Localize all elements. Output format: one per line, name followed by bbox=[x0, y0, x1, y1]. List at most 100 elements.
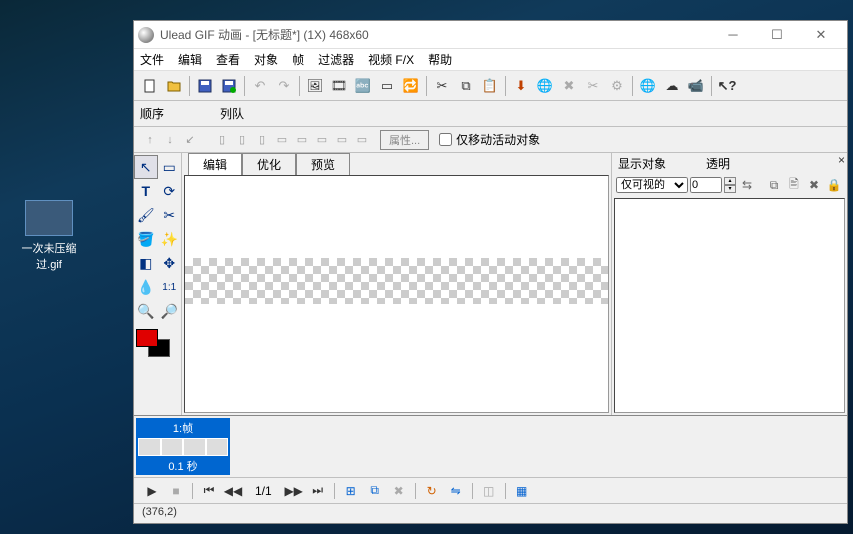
reverse-button[interactable]: ⇋ bbox=[446, 482, 466, 500]
align-top-icon[interactable]: ▭ bbox=[273, 131, 291, 149]
rotate-tool[interactable]: ⟳ bbox=[158, 179, 182, 203]
align-bottom-icon[interactable]: ▭ bbox=[313, 131, 331, 149]
menu-object[interactable]: 对象 bbox=[254, 51, 278, 68]
align-left-icon[interactable]: ▯ bbox=[213, 131, 231, 149]
crop-tool[interactable]: ✂ bbox=[158, 203, 182, 227]
arrow-back-icon[interactable]: ↙ bbox=[181, 131, 199, 149]
menu-file[interactable]: 文件 bbox=[140, 51, 164, 68]
move-only-checkbox[interactable]: 仅移动活动对象 bbox=[439, 131, 540, 148]
move-only-input[interactable] bbox=[439, 133, 452, 146]
arrow-down-icon[interactable]: ↓ bbox=[161, 131, 179, 149]
paste-button[interactable]: 📋 bbox=[479, 75, 501, 97]
lock-icon[interactable]: 🔒 bbox=[825, 176, 843, 194]
zoom-out-tool[interactable]: 🔎 bbox=[158, 299, 182, 323]
spin-down-icon[interactable]: ▾ bbox=[724, 185, 736, 193]
delete-button[interactable]: ✖ bbox=[558, 75, 580, 97]
foreground-color[interactable] bbox=[136, 329, 158, 347]
add-video-button[interactable]: 🎞 bbox=[328, 75, 350, 97]
web-button[interactable]: 🌐 bbox=[637, 75, 659, 97]
brush-tool[interactable]: 🖌 bbox=[134, 203, 158, 227]
eraser-tool[interactable]: ◧ bbox=[134, 251, 158, 275]
cloud-button[interactable]: ☁ bbox=[661, 75, 683, 97]
add-frame-button[interactable]: ⊞ bbox=[341, 482, 361, 500]
play-button[interactable]: ▶ bbox=[142, 482, 162, 500]
del-frame-button[interactable]: ✖ bbox=[389, 482, 409, 500]
crop-button[interactable]: ✂ bbox=[582, 75, 604, 97]
desktop-file-icon[interactable]: 一次未压缩过.gif bbox=[14, 200, 84, 272]
loop-button[interactable]: ↻ bbox=[422, 482, 442, 500]
object-list[interactable] bbox=[614, 198, 845, 413]
actual-size-tool[interactable]: 1:1 bbox=[158, 275, 182, 299]
panel-close-icon[interactable]: × bbox=[838, 153, 845, 167]
help-context-button[interactable]: ↖? bbox=[716, 75, 738, 97]
menu-edit[interactable]: 编辑 bbox=[178, 51, 202, 68]
minimize-button[interactable]: ─ bbox=[711, 23, 755, 47]
file-thumbnail bbox=[25, 200, 73, 236]
tab-optimize[interactable]: 优化 bbox=[242, 153, 296, 175]
slider-icon[interactable]: ⇆ bbox=[738, 176, 756, 194]
toolbox: ↖▭ T⟳ 🖌✂ 🪣✨ ◧✥ 💧1:1 🔍🔎 bbox=[134, 153, 182, 415]
spin-up-icon[interactable]: ▴ bbox=[724, 177, 736, 185]
dup-frame-button[interactable]: ⧉ bbox=[365, 482, 385, 500]
tween-button[interactable]: 🔁 bbox=[400, 75, 422, 97]
camera-button[interactable]: 📹 bbox=[685, 75, 707, 97]
arrow-up-icon[interactable]: ↑ bbox=[141, 131, 159, 149]
stop-button[interactable]: ■ bbox=[166, 482, 186, 500]
visibility-select[interactable]: 仅可视的 bbox=[616, 177, 688, 193]
tab-edit[interactable]: 编辑 bbox=[188, 153, 242, 175]
save-button[interactable] bbox=[194, 75, 216, 97]
menu-video-fx[interactable]: 视频 F/X bbox=[368, 51, 414, 68]
align-center-icon[interactable]: ▯ bbox=[233, 131, 251, 149]
transparency-input[interactable] bbox=[690, 177, 722, 193]
dist-v-icon[interactable]: ▭ bbox=[353, 131, 371, 149]
last-frame-button[interactable]: ⏭ bbox=[308, 482, 328, 500]
menu-frame[interactable]: 帧 bbox=[292, 51, 304, 68]
marquee-tool[interactable]: ▭ bbox=[158, 155, 182, 179]
cut-button[interactable]: ✂ bbox=[431, 75, 453, 97]
align-mid-icon[interactable]: ▭ bbox=[293, 131, 311, 149]
redo-button[interactable]: ↷ bbox=[273, 75, 295, 97]
zoom-in-tool[interactable]: 🔍 bbox=[134, 299, 158, 323]
menu-filter[interactable]: 过滤器 bbox=[318, 51, 354, 68]
canvas-area[interactable] bbox=[184, 175, 609, 413]
frame-thumbnail[interactable]: 1:帧 0.1 秒 bbox=[136, 418, 230, 475]
preview-browser-button[interactable]: 🌐 bbox=[534, 75, 556, 97]
maximize-button[interactable]: ☐ bbox=[755, 23, 799, 47]
first-frame-button[interactable]: ⏮ bbox=[199, 482, 219, 500]
group-icon[interactable]: 🖹 bbox=[785, 176, 803, 194]
copy-button[interactable]: ⧉ bbox=[455, 75, 477, 97]
wand-tool[interactable]: ✨ bbox=[158, 227, 182, 251]
eyedropper-tool[interactable]: 💧 bbox=[134, 275, 158, 299]
delete-obj-icon[interactable]: ✖ bbox=[805, 176, 823, 194]
menu-help[interactable]: 帮助 bbox=[428, 51, 452, 68]
move-tool[interactable]: ✥ bbox=[158, 251, 182, 275]
color-swatch[interactable] bbox=[134, 329, 181, 365]
next-frame-button[interactable]: ▶▶ bbox=[284, 482, 304, 500]
prev-frame-button[interactable]: ◀◀ bbox=[223, 482, 243, 500]
onion-button[interactable]: ◫ bbox=[479, 482, 499, 500]
properties-button[interactable]: 属性... bbox=[380, 130, 429, 150]
text-tool[interactable]: T bbox=[134, 179, 158, 203]
new-button[interactable] bbox=[139, 75, 161, 97]
align-right-icon[interactable]: ▯ bbox=[253, 131, 271, 149]
settings-button[interactable]: ▦ bbox=[512, 482, 532, 500]
close-button[interactable]: ✕ bbox=[799, 23, 843, 47]
fill-tool[interactable]: 🪣 bbox=[134, 227, 158, 251]
export-button[interactable]: ⬇ bbox=[510, 75, 532, 97]
desktop-unknown-icon[interactable] bbox=[82, 200, 106, 224]
tab-preview[interactable]: 预览 bbox=[296, 153, 350, 175]
frame-strip[interactable]: 1:帧 0.1 秒 bbox=[134, 416, 847, 477]
tool-button[interactable]: ⚙ bbox=[606, 75, 628, 97]
transparent-label: 透明 bbox=[706, 155, 730, 172]
pointer-tool[interactable]: ↖ bbox=[134, 155, 158, 179]
show-objects-label: 显示对象 bbox=[618, 155, 706, 172]
add-banner-button[interactable]: 🔤 bbox=[352, 75, 374, 97]
duplicate-icon[interactable]: ⧉ bbox=[765, 176, 783, 194]
menu-view[interactable]: 查看 bbox=[216, 51, 240, 68]
dist-h-icon[interactable]: ▭ bbox=[333, 131, 351, 149]
save-as-button[interactable] bbox=[218, 75, 240, 97]
open-button[interactable] bbox=[163, 75, 185, 97]
add-image-button[interactable]: 🖼 bbox=[304, 75, 326, 97]
undo-button[interactable]: ↶ bbox=[249, 75, 271, 97]
add-blank-button[interactable]: ▭ bbox=[376, 75, 398, 97]
